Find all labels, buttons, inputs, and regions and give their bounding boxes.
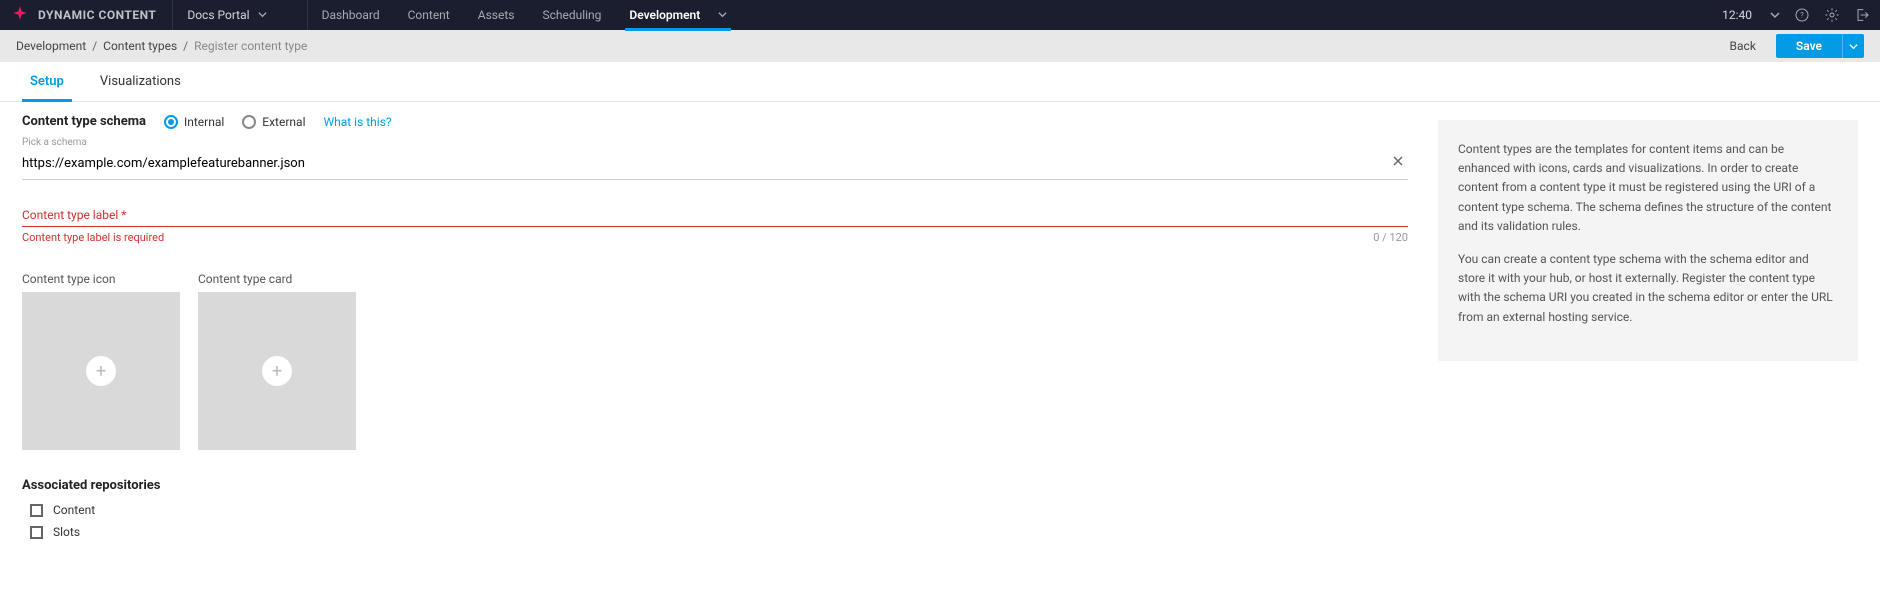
checkbox-icon[interactable] bbox=[30, 504, 43, 517]
nav-scheduling[interactable]: Scheduling bbox=[528, 0, 615, 30]
save-button-group: Save bbox=[1776, 34, 1864, 58]
breadcrumb: Development / Content types / Register c… bbox=[16, 39, 307, 53]
schema-section-label: Content type schema bbox=[22, 114, 146, 129]
top-nav: Docs Portal Dashboard Content Assets Sch… bbox=[173, 0, 741, 30]
svg-text:?: ? bbox=[1800, 11, 1804, 20]
schema-input-row bbox=[22, 151, 1408, 180]
nav-label: Scheduling bbox=[542, 8, 601, 22]
content-type-label-field[interactable]: Content type label * bbox=[22, 208, 1408, 227]
repo-label: Content bbox=[53, 503, 95, 517]
nav-assets[interactable]: Assets bbox=[464, 0, 529, 30]
nav-docs-label: Docs Portal bbox=[187, 8, 249, 22]
main-content: Content type schema Internal External Wh… bbox=[0, 102, 1880, 577]
breadcrumb-item-current: Register content type bbox=[194, 39, 307, 53]
what-is-this-link[interactable]: What is this? bbox=[323, 115, 391, 129]
nav-label: Assets bbox=[478, 8, 515, 22]
clock-time: 12:40 bbox=[1722, 8, 1752, 22]
topbar-tools: 12:40 ? bbox=[1722, 7, 1870, 23]
associated-repos-title: Associated repositories bbox=[22, 478, 1408, 493]
save-button[interactable]: Save bbox=[1776, 34, 1842, 58]
content-type-icon-upload: Content type icon + bbox=[22, 272, 180, 450]
brand-name: DYNAMIC CONTENT bbox=[38, 8, 156, 22]
logout-icon[interactable] bbox=[1854, 7, 1870, 23]
breadcrumb-sep: / bbox=[92, 39, 97, 53]
repo-content[interactable]: Content bbox=[30, 503, 1408, 517]
back-link[interactable]: Back bbox=[1730, 39, 1756, 53]
chevron-down-icon[interactable] bbox=[1770, 10, 1780, 20]
help-paragraph: Content types are the templates for cont… bbox=[1458, 140, 1838, 236]
app-logo-icon bbox=[10, 3, 30, 27]
card-upload-box[interactable]: + bbox=[198, 292, 356, 450]
repo-slots[interactable]: Slots bbox=[30, 525, 1408, 539]
help-panel: Content types are the templates for cont… bbox=[1438, 120, 1858, 361]
upload-row: Content type icon + Content type card + bbox=[22, 272, 1408, 450]
plus-icon: + bbox=[86, 356, 116, 386]
radio-label: External bbox=[262, 115, 305, 129]
radio-external[interactable]: External bbox=[242, 115, 305, 129]
schema-url-input[interactable] bbox=[22, 154, 1388, 173]
radio-icon bbox=[242, 115, 256, 129]
content-type-card-upload: Content type card + bbox=[198, 272, 356, 450]
breadcrumb-sep: / bbox=[183, 39, 188, 53]
field-error: Content type label is required bbox=[22, 231, 164, 244]
nav-content[interactable]: Content bbox=[394, 0, 464, 30]
gear-icon[interactable] bbox=[1824, 7, 1840, 23]
clear-input-icon[interactable] bbox=[1388, 151, 1408, 175]
radio-internal[interactable]: Internal bbox=[164, 115, 224, 129]
char-counter: 0 / 120 bbox=[1373, 231, 1408, 244]
schema-hint: Pick a schema bbox=[22, 137, 1408, 148]
form-column: Content type schema Internal External Wh… bbox=[22, 114, 1408, 547]
page-tabs: Setup Visualizations bbox=[0, 62, 1880, 102]
nav-docs-portal[interactable]: Docs Portal bbox=[173, 0, 307, 30]
label-field-meta: Content type label is required 0 / 120 bbox=[22, 231, 1408, 244]
tab-visualizations[interactable]: Visualizations bbox=[92, 62, 189, 101]
chevron-down-icon bbox=[718, 8, 727, 22]
repo-label: Slots bbox=[53, 525, 80, 539]
brand-area: DYNAMIC CONTENT bbox=[10, 0, 173, 30]
icon-upload-box[interactable]: + bbox=[22, 292, 180, 450]
nav-dashboard[interactable]: Dashboard bbox=[308, 0, 394, 30]
radio-label: Internal bbox=[184, 115, 224, 129]
upload-label: Content type card bbox=[198, 272, 356, 286]
chevron-down-icon bbox=[258, 8, 267, 22]
upload-label: Content type icon bbox=[22, 272, 180, 286]
breadcrumb-item[interactable]: Content types bbox=[103, 39, 177, 53]
nav-label: Dashboard bbox=[322, 8, 380, 22]
nav-development[interactable]: Development bbox=[615, 0, 741, 30]
subheader: Development / Content types / Register c… bbox=[0, 30, 1880, 62]
checkbox-icon[interactable] bbox=[30, 526, 43, 539]
nav-label: Development bbox=[629, 8, 700, 22]
plus-icon: + bbox=[262, 356, 292, 386]
nav-label: Content bbox=[408, 8, 450, 22]
tab-setup[interactable]: Setup bbox=[22, 62, 72, 102]
topbar: DYNAMIC CONTENT Docs Portal Dashboard Co… bbox=[0, 0, 1880, 30]
field-label: Content type label * bbox=[22, 208, 1408, 222]
help-paragraph: You can create a content type schema wit… bbox=[1458, 250, 1838, 327]
radio-icon bbox=[164, 115, 178, 129]
schema-source-row: Content type schema Internal External Wh… bbox=[22, 114, 1408, 129]
save-dropdown-button[interactable] bbox=[1842, 34, 1864, 58]
help-icon[interactable]: ? bbox=[1794, 7, 1810, 23]
breadcrumb-item[interactable]: Development bbox=[16, 39, 86, 53]
